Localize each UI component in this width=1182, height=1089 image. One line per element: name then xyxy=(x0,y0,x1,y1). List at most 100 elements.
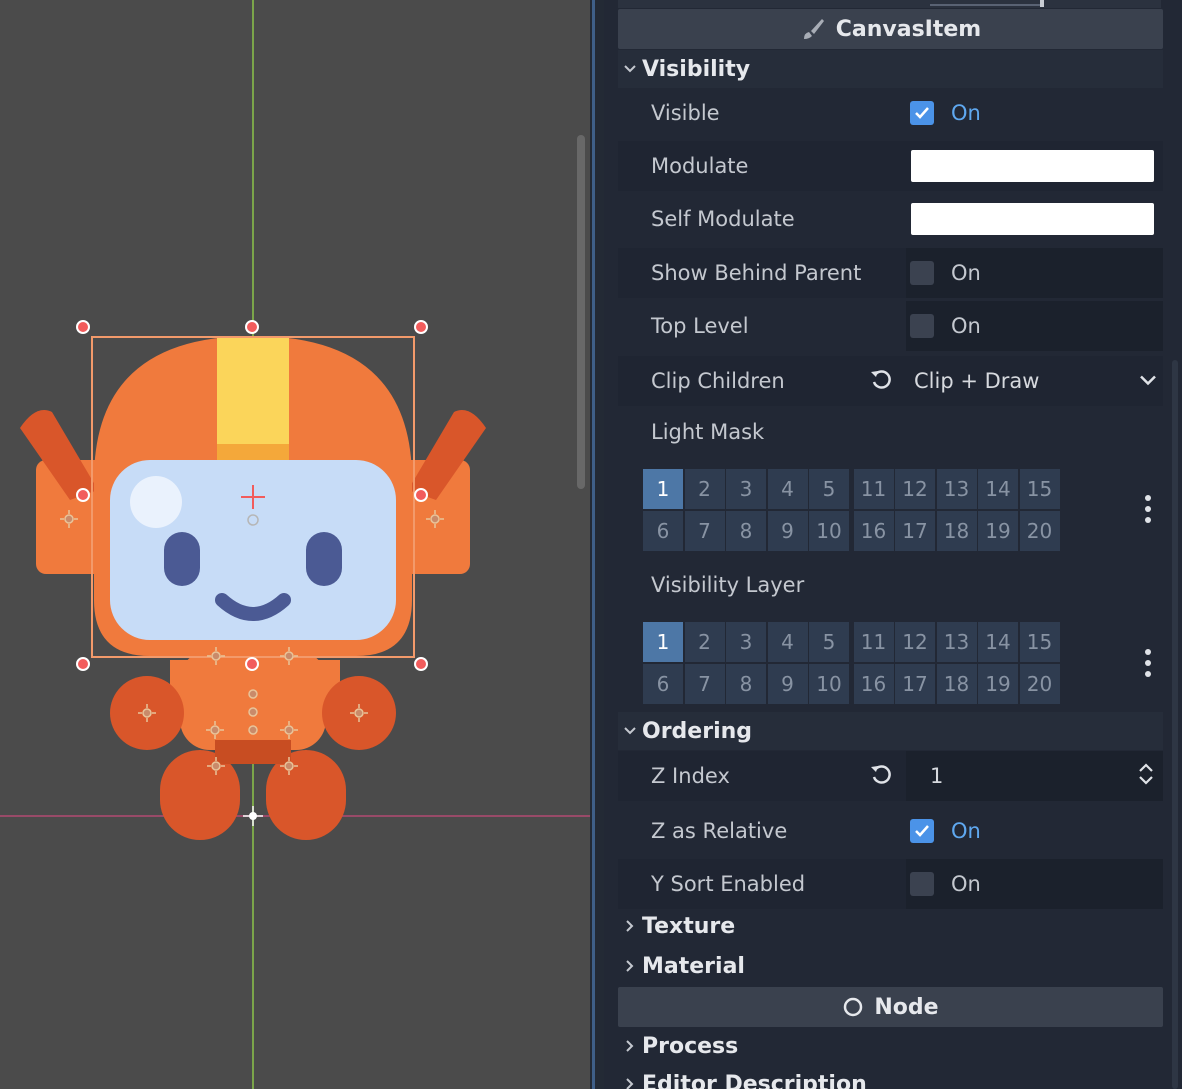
revert-icon[interactable] xyxy=(868,761,894,791)
canvas-viewport[interactable] xyxy=(0,0,590,1089)
visible-checkbox[interactable]: On xyxy=(906,88,1163,138)
prop-label: Clip Children xyxy=(651,369,785,393)
layer-bit-20[interactable]: 20 xyxy=(1019,510,1060,551)
prop-label: Show Behind Parent xyxy=(651,261,862,285)
light-mask-grid: 1 2 3 4 5 11 12 13 14 15 6 7 8 9 10 16 17 18 19 20 xyxy=(643,469,1061,553)
layer-bit-5[interactable]: 5 xyxy=(809,622,849,662)
canvasitem-class-header: CanvasItem xyxy=(618,9,1163,49)
layer-bit-4[interactable]: 4 xyxy=(767,469,808,509)
layer-bit-18[interactable]: 18 xyxy=(936,663,977,704)
layer-bit-9[interactable]: 9 xyxy=(767,663,808,704)
layer-bit-7[interactable]: 7 xyxy=(684,663,725,704)
prop-y-sort-enabled: Y Sort Enabled On xyxy=(618,859,1163,909)
layer-bit-1[interactable]: 1 xyxy=(643,469,683,509)
layer-bit-3[interactable]: 3 xyxy=(726,622,766,662)
layer-bit-13[interactable]: 13 xyxy=(936,622,977,662)
layer-bit-4[interactable]: 4 xyxy=(767,622,808,662)
layer-bit-13[interactable]: 13 xyxy=(936,469,977,509)
clip-children-dropdown[interactable]: Clip + Draw xyxy=(906,356,1163,406)
inspector-scrollbar[interactable] xyxy=(1172,360,1178,1089)
y-sort-enabled-checkbox[interactable]: On xyxy=(906,859,1163,909)
layer-bit-2[interactable]: 2 xyxy=(684,469,725,509)
origin-marker[interactable] xyxy=(243,806,263,826)
updown-arrows-icon[interactable] xyxy=(1137,761,1155,791)
prop-show-behind-parent: Show Behind Parent On xyxy=(618,248,1163,298)
inspector-top-slider[interactable] xyxy=(618,0,1161,8)
layer-bit-6[interactable]: 6 xyxy=(643,663,683,704)
section-visibility[interactable]: Visibility xyxy=(618,50,1163,88)
layer-bit-10[interactable]: 10 xyxy=(809,663,849,704)
layer-bit-8[interactable]: 8 xyxy=(726,510,766,551)
show-behind-parent-checkbox[interactable]: On xyxy=(906,248,1163,298)
checkbox-checked-icon[interactable] xyxy=(910,101,934,125)
modulate-color-picker[interactable] xyxy=(906,141,1163,191)
more-options-icon[interactable] xyxy=(1144,648,1152,678)
layer-bit-9[interactable]: 9 xyxy=(767,510,808,551)
section-label: Visibility xyxy=(642,56,751,82)
layer-bit-16[interactable]: 16 xyxy=(853,663,894,704)
layer-bit-12[interactable]: 12 xyxy=(895,622,935,662)
z-index-spinbox[interactable]: 1 xyxy=(906,751,1163,801)
layer-bit-19[interactable]: 19 xyxy=(978,663,1018,704)
section-ordering[interactable]: Ordering xyxy=(618,712,1163,750)
node-class-header: Node xyxy=(618,987,1163,1027)
layer-bit-12[interactable]: 12 xyxy=(895,469,935,509)
layer-bit-5[interactable]: 5 xyxy=(809,469,849,509)
section-editor-description[interactable]: Editor Description xyxy=(618,1065,1163,1089)
color-swatch[interactable] xyxy=(911,203,1154,235)
section-texture[interactable]: Texture xyxy=(618,907,1163,945)
slider-grabber[interactable] xyxy=(1040,0,1044,7)
layer-bit-6[interactable]: 6 xyxy=(643,510,683,551)
layer-bit-14[interactable]: 14 xyxy=(978,622,1018,662)
class-header-label: CanvasItem xyxy=(835,16,982,42)
layer-bit-19[interactable]: 19 xyxy=(978,510,1018,551)
color-swatch[interactable] xyxy=(911,150,1154,182)
top-level-checkbox[interactable]: On xyxy=(906,301,1163,351)
z-as-relative-checkbox[interactable]: On xyxy=(906,806,1163,856)
section-label: Process xyxy=(642,1033,739,1059)
layer-bit-17[interactable]: 17 xyxy=(895,663,935,704)
visibility-layer-grid: 1 2 3 4 5 11 12 13 14 15 6 7 8 9 10 16 17 18 19 20 xyxy=(643,622,1061,706)
more-options-icon[interactable] xyxy=(1144,494,1152,524)
layer-bit-15[interactable]: 15 xyxy=(1019,469,1060,509)
checkbox-text: On xyxy=(951,819,981,843)
layer-bit-17[interactable]: 17 xyxy=(895,510,935,551)
layer-bit-18[interactable]: 18 xyxy=(936,510,977,551)
section-label: Texture xyxy=(642,913,736,939)
checkbox-text: On xyxy=(951,872,981,896)
prop-z-as-relative: Z as Relative On xyxy=(618,806,1163,856)
layer-bit-1[interactable]: 1 xyxy=(643,622,683,662)
prop-modulate: Modulate xyxy=(618,141,1163,191)
viewport-scene[interactable] xyxy=(0,0,590,1089)
checkbox-unchecked-icon[interactable] xyxy=(910,314,934,338)
checkbox-unchecked-icon[interactable] xyxy=(910,261,934,285)
layer-bit-3[interactable]: 3 xyxy=(726,469,766,509)
checkbox-unchecked-icon[interactable] xyxy=(910,872,934,896)
section-material[interactable]: Material xyxy=(618,947,1163,985)
prop-label: Light Mask xyxy=(651,420,765,444)
checkbox-checked-icon[interactable] xyxy=(910,819,934,843)
layer-bit-20[interactable]: 20 xyxy=(1019,663,1060,704)
layer-bit-15[interactable]: 15 xyxy=(1019,622,1060,662)
layer-bit-7[interactable]: 7 xyxy=(684,510,725,551)
layer-bit-16[interactable]: 16 xyxy=(853,510,894,551)
prop-label: Modulate xyxy=(651,154,749,178)
self-modulate-color-picker[interactable] xyxy=(906,194,1163,244)
layer-bit-8[interactable]: 8 xyxy=(726,663,766,704)
slider-track xyxy=(930,0,1040,6)
chevron-right-icon xyxy=(618,959,642,973)
layer-bit-11[interactable]: 11 xyxy=(853,469,894,509)
viewport-scrollbar[interactable] xyxy=(577,135,585,489)
layer-bit-14[interactable]: 14 xyxy=(978,469,1018,509)
panel-splitter[interactable] xyxy=(590,0,604,1089)
prop-top-level: Top Level On xyxy=(618,301,1163,351)
section-label: Material xyxy=(642,953,745,979)
section-process[interactable]: Process xyxy=(618,1027,1163,1065)
revert-icon[interactable] xyxy=(868,366,894,396)
layer-bit-2[interactable]: 2 xyxy=(684,622,725,662)
prop-label: Z as Relative xyxy=(651,819,788,843)
layer-bit-10[interactable]: 10 xyxy=(809,510,849,551)
node-circle-icon xyxy=(844,997,863,1017)
layer-bit-11[interactable]: 11 xyxy=(853,622,894,662)
chevron-down-icon xyxy=(618,64,642,74)
